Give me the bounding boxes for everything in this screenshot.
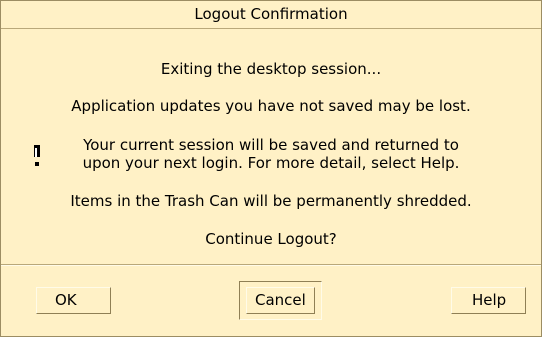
logout-confirmation-dialog: Logout Confirmation Exiting the desktop … (0, 0, 542, 337)
trash-can-message: Items in the Trash Can will be permanent… (70, 192, 472, 210)
dialog-title: Logout Confirmation (1, 1, 541, 29)
unsaved-warning-message: Application updates you have not saved m… (71, 97, 471, 115)
help-button[interactable]: Help (451, 287, 526, 314)
exiting-message: Exiting the desktop session... (160, 60, 382, 78)
session-save-line-2: upon your next login. For more detail, s… (82, 154, 460, 172)
button-separator (1, 264, 541, 266)
continue-logout-prompt: Continue Logout? (205, 230, 337, 248)
cancel-button[interactable]: Cancel (246, 287, 315, 314)
session-save-line-1: Your current session will be saved and r… (83, 136, 459, 154)
default-button-frame: Cancel (239, 281, 322, 320)
ok-button[interactable]: OK (36, 287, 111, 314)
session-save-message: Your current session will be saved and r… (1, 136, 541, 172)
